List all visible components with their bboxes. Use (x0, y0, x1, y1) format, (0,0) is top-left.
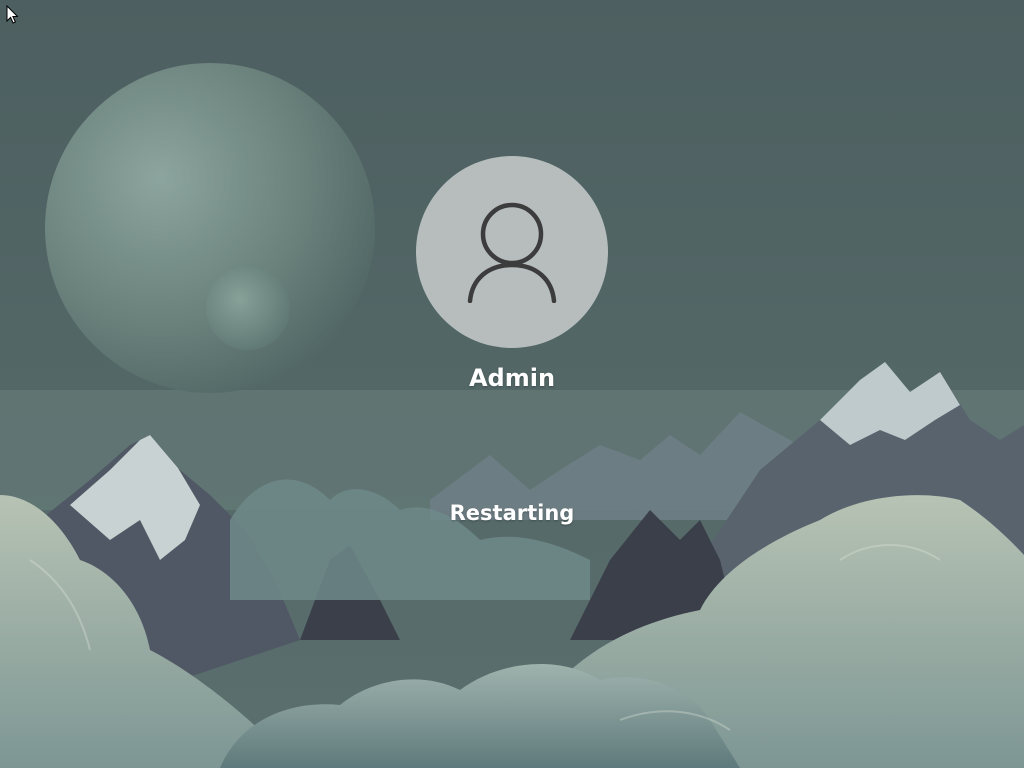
mouse-pointer-icon (6, 5, 18, 24)
user-silhouette-icon (467, 202, 557, 303)
restart-status-text: Restarting (449, 501, 575, 525)
lock-screen: Admin Restarting (0, 0, 1024, 768)
user-avatar (416, 156, 608, 348)
large-planet (45, 63, 375, 393)
user-name: Admin (468, 364, 556, 392)
small-moon (206, 266, 290, 350)
